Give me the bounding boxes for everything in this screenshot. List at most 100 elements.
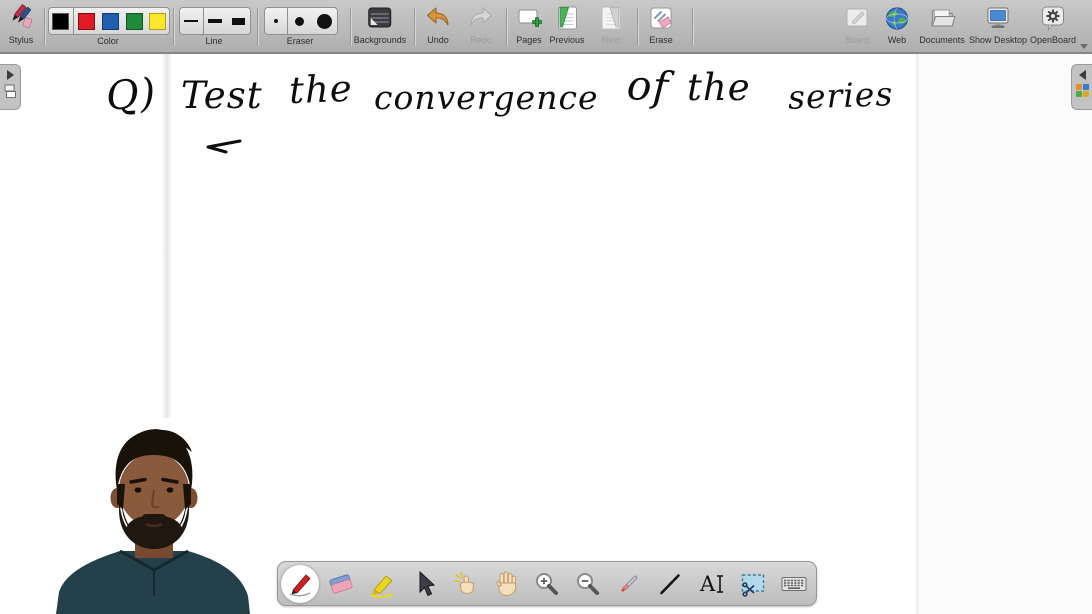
line-tool-button[interactable]	[651, 565, 689, 603]
pages-label: Pages	[516, 35, 542, 45]
bottom-tool-dock: A	[277, 561, 817, 606]
laser-pointer-icon	[615, 570, 643, 598]
open-hand-icon	[491, 569, 521, 599]
backgrounds-icon	[366, 4, 394, 32]
handwriting-left-arrow-flourish	[200, 136, 244, 161]
top-toolbar: Stylus Color Line Eraser	[0, 0, 1092, 54]
zoom-out-tool-button[interactable]	[569, 565, 607, 603]
eraser-small-button[interactable]	[265, 8, 288, 34]
undo-button[interactable]: Undo	[425, 4, 451, 45]
laser-pointer-tool-button[interactable]	[610, 565, 648, 603]
eraser-label: Eraser	[287, 36, 314, 46]
eraser-tool-button[interactable]	[322, 565, 360, 603]
line-group	[179, 7, 251, 35]
toolbar-separator	[637, 8, 638, 46]
virtual-keyboard-tool-button[interactable]	[775, 565, 813, 603]
backgrounds-label: Backgrounds	[354, 35, 407, 45]
redo-button[interactable]: Redo	[468, 4, 494, 45]
openboard-settings-button[interactable]: OpenBoard	[1030, 4, 1076, 45]
pen-tool-button[interactable]	[281, 565, 319, 603]
page-gutter	[920, 54, 1092, 614]
web-globe-icon	[884, 4, 911, 32]
library-grid-icon	[1076, 84, 1089, 97]
keyboard-icon	[779, 569, 809, 599]
handwriting-word: the	[288, 67, 353, 112]
stylus-icon	[7, 4, 35, 32]
show-desktop-label: Show Desktop	[969, 35, 1027, 45]
toolbar-separator	[506, 8, 507, 46]
zoom-in-icon	[533, 570, 561, 598]
handwriting-word: of	[626, 61, 670, 111]
handwriting-question-prefix: Q)	[104, 70, 158, 120]
svg-text:A: A	[699, 572, 716, 596]
zoom-in-tool-button[interactable]	[528, 565, 566, 603]
web-label: Web	[888, 35, 906, 45]
color-swatch-black[interactable]	[49, 8, 74, 34]
line-icon	[656, 570, 684, 598]
eraser-large-button[interactable]	[311, 8, 337, 34]
cursor-arrow-icon	[410, 570, 438, 598]
pointing-hand-icon	[450, 569, 480, 599]
selector-tool-button[interactable]	[405, 565, 443, 603]
capture-scissors-icon	[738, 569, 768, 599]
presenter-webcam-video	[50, 418, 258, 614]
previous-page-button[interactable]: Previous	[549, 4, 584, 45]
redo-label: Redo	[470, 35, 492, 45]
line-label: Line	[205, 36, 222, 46]
right-panel-tab[interactable]	[1071, 64, 1092, 110]
next-page-button[interactable]: Next	[597, 4, 625, 45]
line-medium-button[interactable]	[204, 8, 227, 34]
erase-button[interactable]: Erase	[647, 4, 675, 45]
next-page-label: Next	[602, 35, 621, 45]
text-tool-icon: A	[697, 569, 727, 599]
handwriting-word: convergence	[374, 78, 598, 117]
toolbar-separator	[414, 8, 415, 46]
color-group	[48, 7, 170, 35]
capture-tool-button[interactable]	[734, 565, 772, 603]
text-tool-button[interactable]: A	[693, 565, 731, 603]
zoom-out-icon	[574, 570, 602, 598]
documents-mode-button[interactable]: Documents	[919, 4, 965, 45]
highlighter-tool-button[interactable]	[363, 565, 401, 603]
eraser-icon	[326, 569, 356, 599]
pages-icon	[515, 4, 543, 32]
documents-label: Documents	[919, 35, 965, 45]
eraser-medium-button[interactable]	[288, 8, 312, 34]
highlighter-icon	[367, 569, 397, 599]
color-swatch-blue[interactable]	[99, 8, 123, 34]
undo-label: Undo	[427, 35, 449, 45]
openboard-gear-icon	[1039, 4, 1067, 32]
toolbar-collapse-arrow[interactable]	[1080, 44, 1088, 49]
redo-icon	[468, 4, 494, 32]
line-thick-button[interactable]	[226, 8, 250, 34]
eraser-group	[264, 7, 338, 35]
next-page-icon	[597, 4, 625, 32]
openboard-window: Stylus Color Line Eraser	[0, 0, 1092, 614]
hand-tool-button[interactable]	[487, 565, 525, 603]
line-thin-button[interactable]	[180, 8, 204, 34]
page-navigator-icon	[4, 84, 16, 104]
openboard-label: OpenBoard	[1030, 35, 1076, 45]
pages-button[interactable]: Pages	[515, 4, 543, 45]
expand-right-arrow-icon	[7, 70, 14, 80]
board-mode-button[interactable]: Board	[843, 4, 871, 45]
toolbar-separator	[44, 8, 45, 46]
interact-tool-button[interactable]	[446, 565, 484, 603]
pen-icon	[285, 569, 315, 599]
show-desktop-button[interactable]: Show Desktop	[969, 4, 1027, 45]
toolbar-separator	[350, 8, 351, 46]
toolbar-separator	[257, 8, 258, 46]
color-swatch-red[interactable]	[74, 8, 99, 34]
stylus-button[interactable]: Stylus	[7, 4, 35, 45]
web-mode-button[interactable]: Web	[884, 4, 911, 45]
previous-page-label: Previous	[549, 35, 584, 45]
handwriting-word: the	[687, 66, 751, 109]
color-swatch-green[interactable]	[122, 8, 146, 34]
left-panel-tab[interactable]	[0, 64, 21, 110]
previous-page-icon	[553, 4, 581, 32]
stylus-label: Stylus	[9, 35, 34, 45]
toolbar-separator	[692, 8, 693, 46]
color-swatch-yellow[interactable]	[146, 8, 169, 34]
backgrounds-button[interactable]: Backgrounds	[354, 4, 407, 45]
toolbar-separator	[173, 8, 174, 46]
